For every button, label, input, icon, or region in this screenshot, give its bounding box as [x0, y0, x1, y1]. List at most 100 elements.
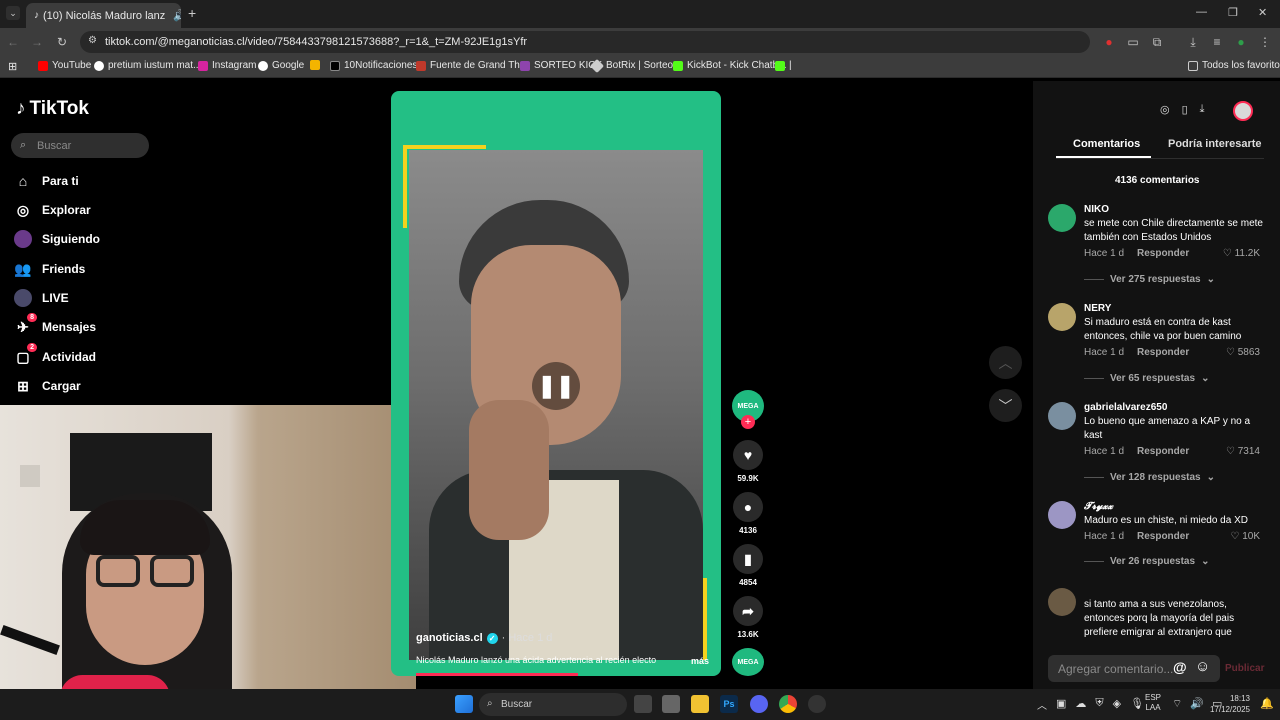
- phone-icon[interactable]: ▯: [1182, 103, 1188, 121]
- apps-icon[interactable]: ⊞: [8, 60, 17, 73]
- avatar[interactable]: [1048, 588, 1076, 616]
- windows-start-icon[interactable]: [455, 695, 473, 713]
- menu-icon[interactable]: ⋮: [1256, 33, 1274, 51]
- compass-icon[interactable]: ◎: [1160, 103, 1170, 121]
- bookmark-youtube[interactable]: YouTube: [38, 60, 91, 71]
- bookmark-extra[interactable]: |: [775, 60, 792, 71]
- profile-avatar[interactable]: ●: [1232, 33, 1250, 51]
- reply-button[interactable]: Responder: [1137, 347, 1189, 358]
- tab-active[interactable]: ♪ (10) Nicolás Maduro lanz 🔊 ✕: [26, 3, 181, 28]
- close-window-button[interactable]: ✕: [1258, 6, 1267, 19]
- site-info-icon[interactable]: ⚙: [88, 35, 97, 46]
- microphone-icon[interactable]: 🎙: [1130, 697, 1144, 710]
- avatar[interactable]: [1048, 303, 1076, 331]
- bookmark-instagram[interactable]: Instagram: [198, 60, 256, 71]
- bookmark-all-favorites[interactable]: Todos los favoritos: [1188, 60, 1280, 71]
- nav-live[interactable]: LIVE: [14, 289, 69, 307]
- reply-button[interactable]: Responder: [1137, 531, 1189, 542]
- media-icon[interactable]: ≡: [1208, 33, 1226, 51]
- reply-button[interactable]: Responder: [1137, 446, 1189, 457]
- minimize-button[interactable]: —: [1196, 6, 1207, 18]
- view-replies-button[interactable]: Ver 26 respuestas ⌄: [1084, 556, 1209, 567]
- audio-icon[interactable]: 🔊: [173, 9, 181, 22]
- nav-mensajes[interactable]: ✈ 8 Mensajes: [14, 313, 96, 336]
- emoji-icon[interactable]: ☺: [1195, 658, 1210, 675]
- tray-icon[interactable]: ▣: [1056, 697, 1066, 710]
- address-bar[interactable]: ⚙ tiktok.com/@meganoticias.cl/video/7584…: [80, 31, 1090, 53]
- caption-more-link[interactable]: más: [691, 656, 709, 666]
- bookmark-google[interactable]: Google: [258, 60, 304, 71]
- tab-comentarios[interactable]: Comentarios: [1073, 138, 1140, 150]
- taskbar-search[interactable]: ⌕ Buscar: [479, 693, 627, 716]
- bookmark-botrix[interactable]: BotRix | Sorteos: [589, 58, 678, 73]
- nav-friends[interactable]: 👥 Friends: [14, 260, 85, 278]
- next-video-button[interactable]: ﹀: [989, 389, 1022, 422]
- bookmark-fuente[interactable]: Fuente de Grand Th...: [416, 60, 528, 71]
- like-comment-button[interactable]: ♡ 10K: [1230, 531, 1260, 542]
- video-progress-bar[interactable]: [416, 673, 578, 676]
- like-button[interactable]: ♥ 59.9K: [733, 440, 763, 483]
- chrome-icon[interactable]: [779, 695, 797, 713]
- download-icon[interactable]: ⤓: [1184, 33, 1202, 51]
- discord-icon[interactable]: [750, 695, 768, 713]
- like-comment-button[interactable]: ♡ 11.2K: [1223, 248, 1260, 259]
- tab-search-button[interactable]: ⌄: [6, 6, 20, 20]
- bookmark-button[interactable]: ▮ 4854: [733, 544, 763, 587]
- tiktok-logo[interactable]: ♪ TikTok: [16, 98, 89, 120]
- forward-icon[interactable]: →: [28, 33, 46, 51]
- avatar[interactable]: [1048, 402, 1076, 430]
- app-icon[interactable]: [662, 695, 680, 713]
- reload-icon[interactable]: ↻: [53, 33, 71, 51]
- shield-icon[interactable]: ⛨: [1095, 697, 1103, 710]
- new-tab-button[interactable]: +: [188, 5, 196, 21]
- pause-button[interactable]: ❚❚: [532, 362, 580, 410]
- mention-icon[interactable]: @: [1173, 659, 1187, 675]
- nav-explorar[interactable]: ◎ Explorar: [14, 201, 91, 219]
- bookmark-kickbot[interactable]: KickBot - Kick Chatb...: [673, 60, 786, 71]
- download-icon[interactable]: ⤓: [1200, 103, 1205, 121]
- avatar[interactable]: [1048, 204, 1076, 232]
- nav-cargar[interactable]: ⊞ Cargar: [14, 377, 81, 395]
- tray-chevron-icon[interactable]: ︿: [1037, 697, 1047, 712]
- view-replies-button[interactable]: Ver 65 respuestas ⌄: [1084, 373, 1209, 384]
- tab-podria-interesarte[interactable]: Podría interesarte: [1168, 138, 1262, 150]
- bookmark-pretium[interactable]: pretium iustum mat...: [94, 60, 201, 71]
- view-replies-button[interactable]: Ver 128 respuestas ⌄: [1084, 472, 1215, 483]
- tray-icon[interactable]: ◈: [1113, 697, 1121, 710]
- search-input[interactable]: ⌕ Buscar: [11, 133, 149, 158]
- app-icon[interactable]: [808, 695, 826, 713]
- photoshop-icon[interactable]: Ps: [720, 695, 738, 713]
- comment-author[interactable]: 𝓣𝓻𝔂𝔁𝔁: [1084, 501, 1113, 512]
- task-view-icon[interactable]: [634, 695, 652, 713]
- bookmark-10notificaciones[interactable]: 10Notificaciones: [330, 60, 417, 71]
- extensions-puzzle-icon[interactable]: ⧉: [1148, 33, 1166, 51]
- comment-author[interactable]: gabrielalvarez650: [1084, 402, 1167, 413]
- cloud-icon[interactable]: ☁: [1075, 697, 1086, 710]
- share-button[interactable]: ➦ 13.6K: [733, 596, 763, 639]
- extension-icon[interactable]: ●: [1100, 33, 1118, 51]
- extension-icon[interactable]: ▭: [1124, 33, 1142, 51]
- previous-video-button[interactable]: ︿: [989, 346, 1022, 379]
- follow-button[interactable]: +: [741, 415, 755, 429]
- comment-author[interactable]: NERY: [1084, 303, 1111, 314]
- clock[interactable]: 18:13 17/12/2025: [1208, 693, 1250, 715]
- comment-author[interactable]: NIKO: [1084, 204, 1109, 215]
- like-comment-button[interactable]: ♡ 7314: [1226, 446, 1260, 457]
- restore-button[interactable]: ❐: [1228, 6, 1238, 19]
- reply-button[interactable]: Responder: [1137, 248, 1189, 259]
- view-replies-button[interactable]: Ver 275 respuestas ⌄: [1084, 274, 1215, 285]
- user-avatar[interactable]: [1233, 101, 1253, 121]
- bookmark-pinwheel[interactable]: [310, 60, 320, 70]
- nav-siguiendo[interactable]: Siguiendo: [14, 230, 100, 248]
- like-comment-button[interactable]: ♡ 5863: [1226, 347, 1260, 358]
- notification-bell-icon[interactable]: 🔔: [1260, 697, 1274, 710]
- back-icon[interactable]: ←: [4, 33, 22, 51]
- comment-button[interactable]: ● 4136: [733, 492, 763, 535]
- file-explorer-icon[interactable]: [691, 695, 709, 713]
- publish-button[interactable]: Publicar: [1225, 663, 1264, 674]
- nav-para-ti[interactable]: ⌂ Para ti: [14, 172, 79, 190]
- sound-disc[interactable]: MEGA: [732, 648, 764, 676]
- video-author[interactable]: ganoticias.cl ✓ · Hace 1 d: [416, 632, 552, 644]
- avatar[interactable]: [1048, 501, 1076, 529]
- language-indicator[interactable]: ESP LAA: [1145, 693, 1161, 713]
